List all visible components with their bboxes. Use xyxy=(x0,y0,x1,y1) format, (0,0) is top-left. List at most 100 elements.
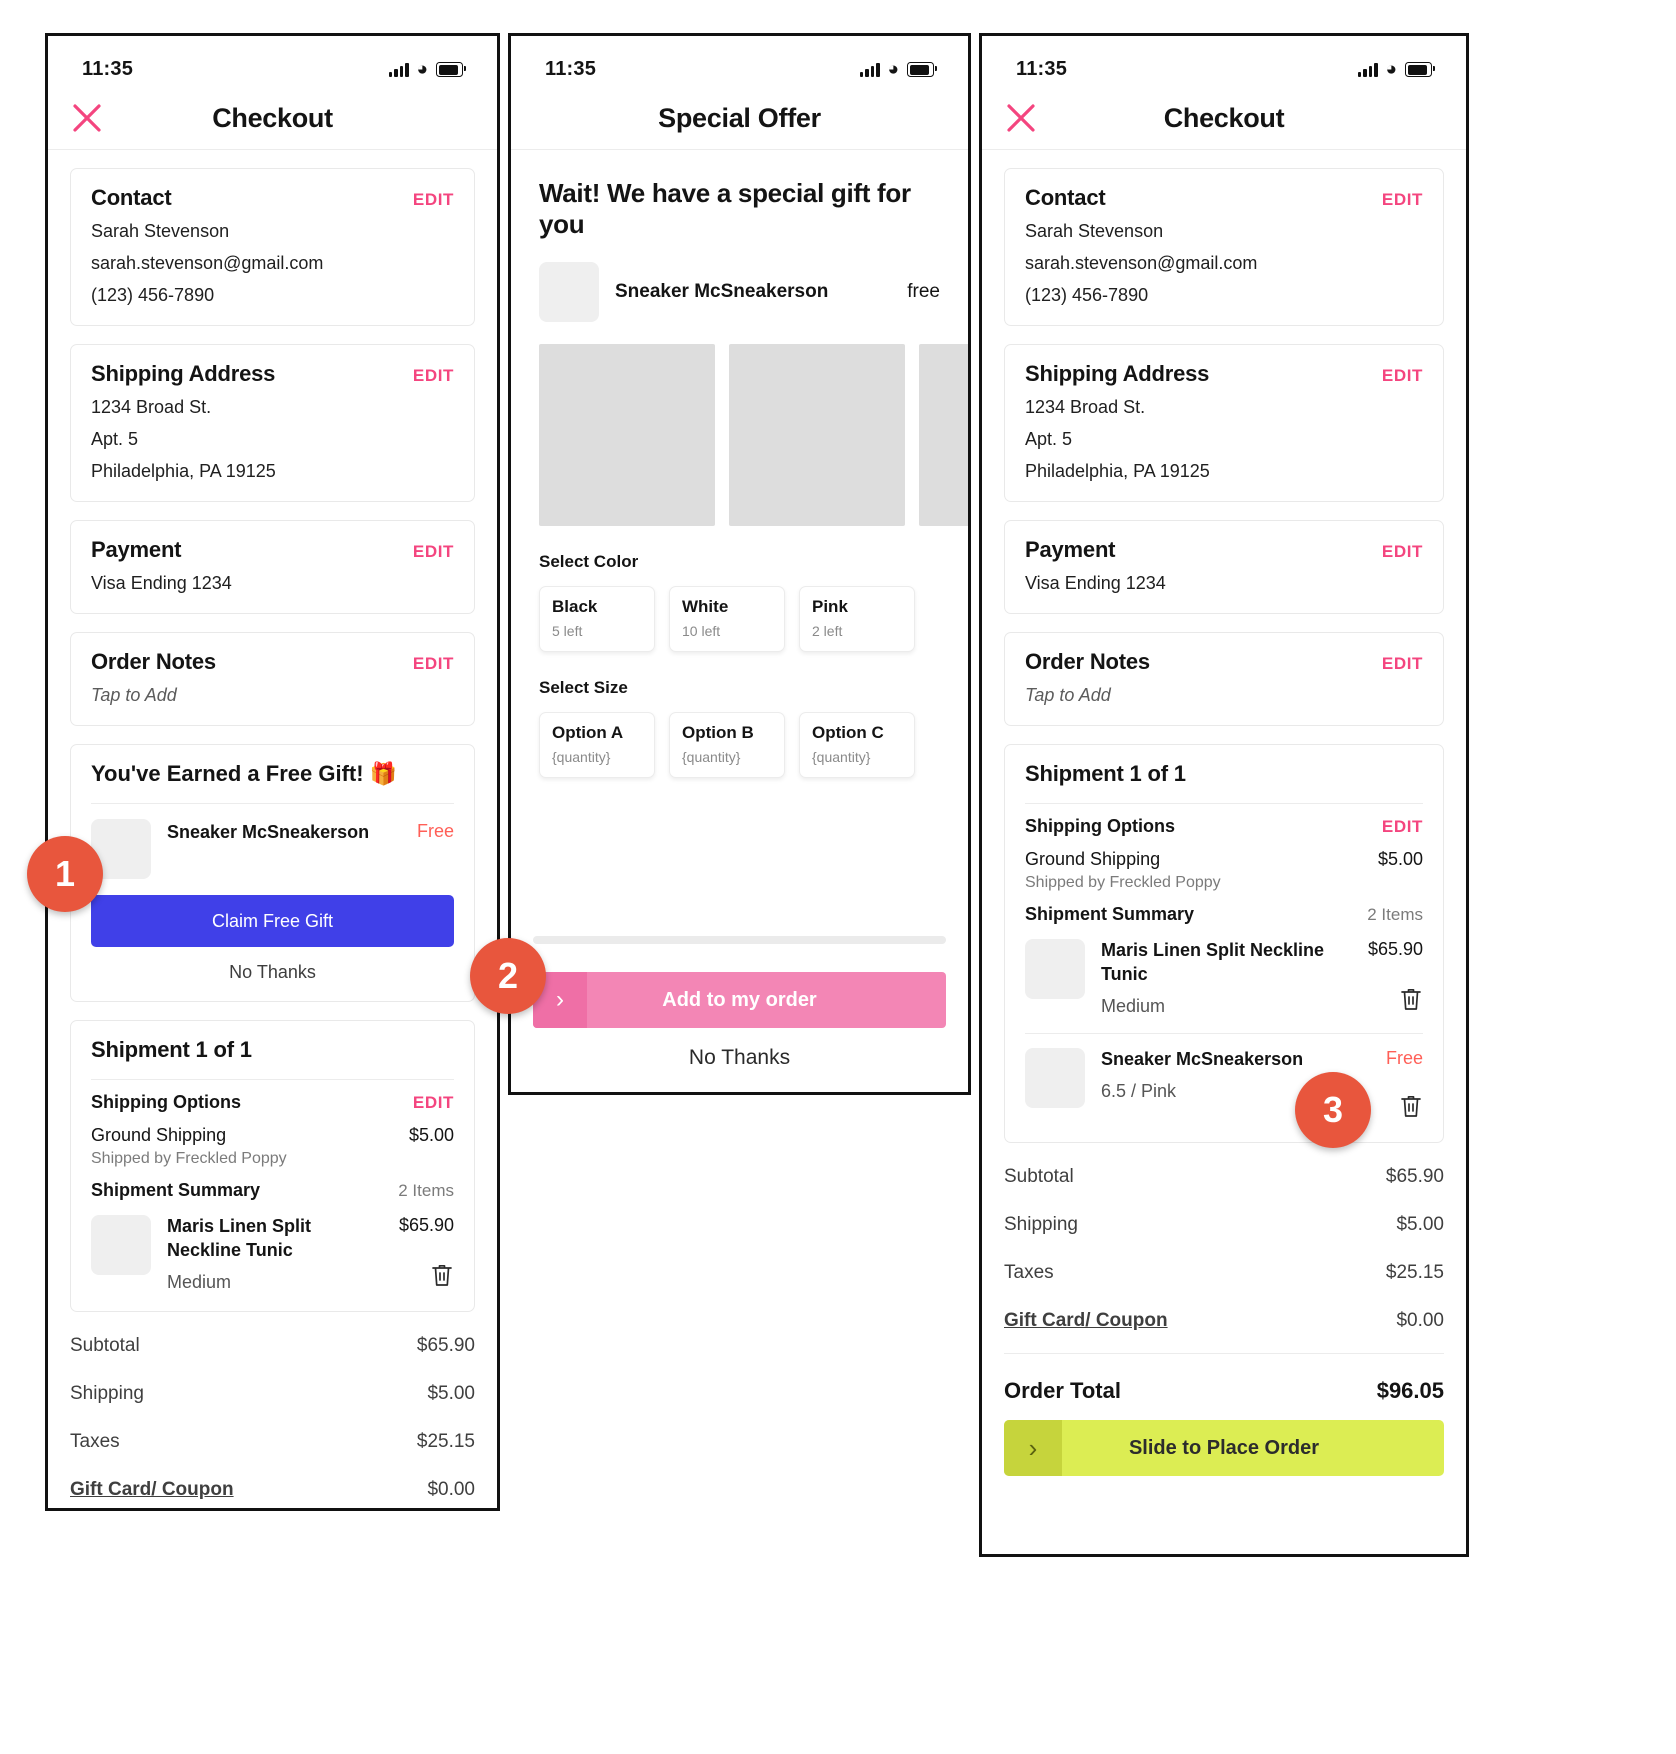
color-option-black[interactable]: Black 5 left xyxy=(539,586,655,652)
screenshot-stage: 11:35 ◕ Checkout Contact EDIT Sarah Stev… xyxy=(0,0,1676,1754)
size-option-a[interactable]: Option A {quantity} xyxy=(539,712,655,778)
close-icon[interactable] xyxy=(72,103,102,133)
shipping-address-edit-button[interactable]: EDIT xyxy=(413,366,454,386)
order-notes-card[interactable]: Order Notes EDIT Tap to Add xyxy=(70,632,475,727)
scroll-indicator[interactable] xyxy=(533,936,946,944)
order-total-row: Order Total $96.05 xyxy=(1004,1354,1444,1420)
shipping-options-row: Shipping Options EDIT xyxy=(91,1092,454,1113)
status-bar-icons: ◕ xyxy=(859,58,937,80)
sneaker-thumbnail xyxy=(539,262,599,322)
payment-card[interactable]: Payment EDIT Visa Ending 1234 xyxy=(70,520,475,615)
total-value: $65.90 xyxy=(1385,1166,1444,1188)
shipment-title: Shipment 1 of 1 xyxy=(91,1037,252,1063)
size-option-b[interactable]: Option B {quantity} xyxy=(669,712,785,778)
payment-card[interactable]: Payment EDIT Visa Ending 1234 xyxy=(1004,520,1444,615)
payment-edit-button[interactable]: EDIT xyxy=(413,542,454,562)
size-option-stock: {quantity} xyxy=(682,749,741,765)
shipment-item-price: Free xyxy=(1385,1048,1423,1069)
total-value: $0.00 xyxy=(1396,1310,1444,1332)
total-row: Gift Card/ Coupon $0.00 xyxy=(70,1466,475,1508)
order-total-value: $96.05 xyxy=(1376,1378,1444,1404)
nav-bar: Checkout xyxy=(48,87,497,150)
address-line-1: 1234 Broad St. xyxy=(91,397,212,418)
shipment-item-option: Medium xyxy=(1101,996,1166,1017)
trash-icon[interactable] xyxy=(430,1262,454,1293)
order-notes-card[interactable]: Order Notes EDIT Tap to Add xyxy=(1004,632,1444,727)
shipping-options-edit-button[interactable]: EDIT xyxy=(1382,817,1423,837)
total-value: $65.90 xyxy=(416,1335,475,1357)
trash-icon[interactable] xyxy=(1399,1093,1423,1124)
phone-screen-checkout-final: 11:35 ◕ Checkout Contact EDIT Sarah Stev… xyxy=(979,33,1469,1557)
claim-free-gift-button[interactable]: Claim Free Gift xyxy=(91,895,454,948)
contact-edit-button[interactable]: EDIT xyxy=(413,190,454,210)
free-gift-product-price: Free xyxy=(416,821,454,842)
trash-icon[interactable] xyxy=(1399,986,1423,1017)
shipment-item: Maris Linen Split Neckline Tunic Medium … xyxy=(1025,939,1423,1017)
gallery-image[interactable] xyxy=(919,344,968,526)
shipping-method-label: Ground Shipping xyxy=(1025,849,1161,870)
shipping-address-card[interactable]: Shipping Address EDIT 1234 Broad St. Apt… xyxy=(1004,344,1444,503)
contact-card-header: Contact EDIT xyxy=(91,185,454,211)
size-option-c[interactable]: Option C {quantity} xyxy=(799,712,915,778)
shipment-item-actions: $65.90 xyxy=(1368,939,1423,1017)
status-bar-time: 11:35 xyxy=(82,58,134,80)
tunic-thumbnail xyxy=(1025,939,1085,1000)
shipping-options-edit-button[interactable]: EDIT xyxy=(413,1093,454,1113)
cellular-signal-icon xyxy=(1357,62,1378,77)
order-notes-edit-button[interactable]: EDIT xyxy=(413,654,454,674)
wifi-icon: ◕ xyxy=(1385,58,1397,80)
cellular-signal-icon xyxy=(388,62,409,77)
contact-edit-button[interactable]: EDIT xyxy=(1382,190,1423,210)
add-to-order-button[interactable]: › Add to my order xyxy=(533,972,946,1028)
shipped-by-label: Shipped by Freckled Poppy xyxy=(91,1150,287,1168)
status-bar: 11:35 ◕ xyxy=(48,36,497,87)
total-label: Subtotal xyxy=(70,1335,140,1357)
shipment-item-price: $65.90 xyxy=(1367,939,1423,960)
shipping-method-row: Ground Shipping $5.00 xyxy=(1025,849,1423,870)
divider xyxy=(91,803,454,805)
gallery-image[interactable] xyxy=(539,344,715,526)
size-options: Option A {quantity} Option B {quantity} … xyxy=(511,698,968,778)
contact-card[interactable]: Contact EDIT Sarah Stevenson sarah.steve… xyxy=(1004,168,1444,327)
status-bar: 11:35 ◕ xyxy=(982,36,1466,87)
color-option-white[interactable]: White 10 left xyxy=(669,586,785,652)
decline-offer-button[interactable]: No Thanks xyxy=(533,1046,946,1070)
shipping-address-card-header: Shipping Address EDIT xyxy=(1025,361,1423,387)
order-notes-placeholder: Tap to Add xyxy=(1025,685,1111,706)
payment-value: Visa Ending 1234 xyxy=(1025,573,1166,594)
color-option-pink[interactable]: Pink 2 left xyxy=(799,586,915,652)
gift-card-coupon-link[interactable]: Gift Card/ Coupon xyxy=(70,1479,234,1501)
shipping-address-card[interactable]: Shipping Address EDIT 1234 Broad St. Apt… xyxy=(70,344,475,503)
order-notes-card-header: Order Notes EDIT xyxy=(1025,649,1423,675)
shipping-address-card-header: Shipping Address EDIT xyxy=(91,361,454,387)
total-label: Shipping xyxy=(70,1383,144,1405)
order-notes-edit-button[interactable]: EDIT xyxy=(1382,654,1423,674)
phone-screen-checkout-gift: 11:35 ◕ Checkout Contact EDIT Sarah Stev… xyxy=(45,33,500,1511)
contact-email: sarah.stevenson@gmail.com xyxy=(1025,253,1258,274)
shipment-item-price: $65.90 xyxy=(398,1215,454,1236)
product-image-gallery[interactable] xyxy=(511,322,968,526)
contact-name: Sarah Stevenson xyxy=(1025,221,1164,241)
offer-product-name: Sneaker McSneakerson xyxy=(615,281,829,302)
select-size-label: Select Size xyxy=(539,678,628,697)
decline-gift-button[interactable]: No Thanks xyxy=(91,962,454,983)
gift-card-coupon-link[interactable]: Gift Card/ Coupon xyxy=(1004,1310,1168,1332)
payment-edit-button[interactable]: EDIT xyxy=(1382,542,1423,562)
shipment-item-option: Medium xyxy=(167,1272,232,1293)
shipment-item-actions: Free xyxy=(1386,1048,1423,1124)
slide-to-place-order-button[interactable]: › Slide to Place Order xyxy=(1004,1420,1444,1477)
color-options: Black 5 left White 10 left Pink 2 left xyxy=(511,572,968,652)
gallery-image[interactable] xyxy=(729,344,905,526)
contact-phone: (123) 456-7890 xyxy=(91,285,215,306)
page-title: Checkout xyxy=(1163,102,1285,133)
wifi-icon: ◕ xyxy=(887,58,899,80)
order-notes-title: Order Notes xyxy=(91,649,216,675)
total-value: $5.00 xyxy=(1396,1214,1444,1236)
checkout-scroll-area: Contact EDIT Sarah Stevenson sarah.steve… xyxy=(48,168,497,1313)
contact-card[interactable]: Contact EDIT Sarah Stevenson sarah.steve… xyxy=(70,168,475,327)
status-bar: 11:35 ◕ xyxy=(511,36,968,87)
close-icon[interactable] xyxy=(1006,103,1036,133)
shipping-address-edit-button[interactable]: EDIT xyxy=(1382,366,1423,386)
offer-heading: Wait! We have a special gift for you xyxy=(539,178,911,239)
nav-bar: Checkout xyxy=(982,87,1466,150)
